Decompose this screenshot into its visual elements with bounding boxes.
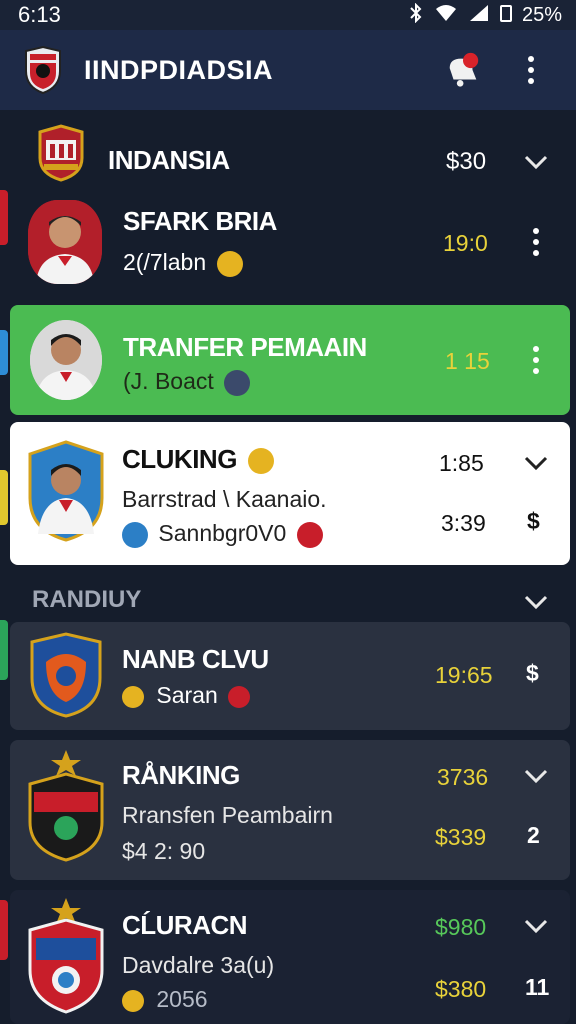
status-bar: 6:13 25% — [0, 0, 576, 30]
transfer-title[interactable]: TRANFER PEMAAIN — [123, 332, 367, 363]
ranking-value: 3736 — [437, 764, 489, 790]
sim-icon — [499, 3, 512, 28]
clubking-value2: 3:39 — [441, 510, 486, 536]
transfer-sub-text: (J. Boact — [123, 368, 214, 394]
app-bar: IINDPDIADSIA — [0, 30, 576, 110]
coin-icon — [122, 685, 144, 708]
row-player-sub: 2(/7labn — [123, 249, 243, 277]
curacn-action2[interactable]: 11 — [525, 974, 549, 1001]
clubking-sub: Barrstrad \ Kaanaio. — [122, 486, 327, 512]
row-player-value: 19:0 — [443, 230, 488, 256]
clubking-sub2: Sannbgr0V0 — [122, 520, 323, 548]
curacn-sub2-text: 2056 — [156, 986, 208, 1012]
more-vert-icon[interactable] — [533, 346, 539, 374]
curacn-sub: Davdalre 3a(u) — [122, 952, 275, 978]
edge-accent-red — [0, 190, 8, 245]
clubking-value: 1:85 — [439, 450, 484, 476]
overflow-menu-button[interactable] — [508, 47, 554, 93]
clubking-name[interactable]: CLUKING — [122, 444, 274, 475]
signal-icon — [468, 3, 490, 28]
edge-accent-yellow — [0, 470, 8, 525]
edge-accent-blue — [0, 330, 8, 375]
indonesia-crest-icon — [38, 124, 84, 182]
club-card-sub: Saran — [122, 682, 251, 709]
header-team-value: $30 — [446, 148, 487, 175]
coin-icon — [122, 989, 144, 1012]
club-card-sub-text: Saran — [156, 682, 218, 708]
transfer-value: 1 15 — [445, 348, 490, 374]
wifi-icon — [434, 3, 458, 28]
ranking-sub2: $4 2: 90 — [122, 838, 206, 864]
club-crest-icon — [30, 632, 102, 718]
row-player-name[interactable]: SFARK BRIA — [123, 206, 277, 237]
curacn-crest-icon — [28, 898, 104, 1014]
chevron-down-icon[interactable] — [523, 768, 549, 784]
notification-bell-icon — [449, 52, 479, 87]
curacn-sub2: 2056 — [122, 986, 208, 1013]
edge-accent-red-2 — [0, 900, 8, 960]
coin-icon — [216, 250, 243, 277]
club-card-value: 19:65 — [435, 662, 493, 688]
app-logo — [25, 45, 61, 95]
clubking-sub2-text: Sannbgr0V0 — [158, 520, 287, 546]
clubking-name-text: CLUKING — [122, 444, 237, 474]
chevron-down-icon[interactable] — [523, 154, 549, 170]
player-portrait-icon — [28, 200, 102, 284]
coin-icon — [247, 448, 274, 475]
transfer-sub: (J. Boact — [123, 368, 251, 396]
app-title: IINDPDIADSIA — [84, 54, 274, 85]
ranking-crest-icon — [28, 750, 104, 862]
battery-level: 25% — [521, 3, 562, 26]
club-badge-icon — [296, 521, 323, 548]
status-icons: 25% — [408, 2, 562, 28]
curacn-name[interactable]: CĹURACN — [122, 910, 248, 941]
chevron-down-icon[interactable] — [523, 455, 549, 471]
ranking-value2: $339 — [435, 824, 487, 850]
more-vert-icon[interactable] — [533, 228, 539, 256]
chevron-down-icon[interactable] — [523, 594, 549, 610]
ranking-action2[interactable]: 2 — [527, 822, 540, 849]
section-title: RANDIUY — [32, 586, 142, 613]
player-portrait-icon — [30, 320, 102, 400]
edge-accent-green — [0, 620, 8, 680]
club-badge-icon — [122, 521, 148, 548]
transfer-player-avatar[interactable] — [30, 320, 102, 400]
club-badge-icon — [228, 685, 251, 708]
ball-icon — [224, 369, 251, 396]
header-team-name: INDANSIA — [108, 145, 230, 175]
curacn-value: $980 — [435, 914, 487, 940]
ranking-sub: Rransfen Peambairn — [122, 802, 333, 828]
club-card-name[interactable]: NANB CLVU — [122, 644, 269, 675]
status-time: 6:13 — [18, 2, 61, 27]
notification-button[interactable] — [444, 51, 482, 89]
bluetooth-icon — [408, 2, 424, 28]
row-player-sub-text: 2(/7labn — [123, 249, 207, 275]
clubking-action2[interactable]: $ — [527, 508, 540, 535]
club-card-action[interactable]: $ — [526, 660, 539, 687]
club-shield-avatar-icon[interactable] — [26, 438, 106, 542]
player-avatar[interactable] — [28, 200, 102, 284]
curacn-value2: $380 — [435, 976, 487, 1002]
more-vert-icon — [519, 50, 543, 90]
ranking-name[interactable]: RÅNKING — [122, 760, 240, 791]
chevron-down-icon[interactable] — [523, 918, 549, 934]
